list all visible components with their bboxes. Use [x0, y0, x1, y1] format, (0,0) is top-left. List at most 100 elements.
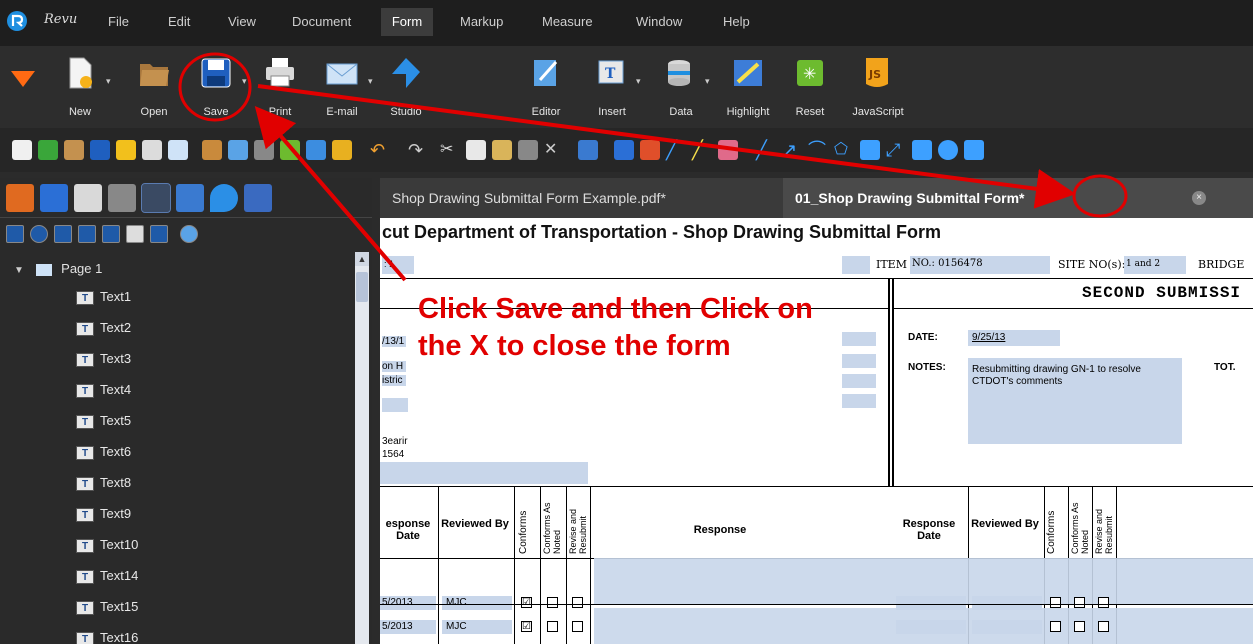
item-no-field[interactable]: NO.: 0156478 — [910, 256, 1050, 274]
tree-item-text10[interactable]: T Text10 — [76, 534, 138, 556]
row2-revise-checkbox[interactable] — [572, 621, 583, 632]
menu-file[interactable]: File — [102, 8, 135, 36]
scroll-thumb[interactable] — [356, 272, 368, 302]
tab-sets-icon[interactable] — [244, 184, 272, 212]
studio-button[interactable]: Studio — [374, 50, 438, 124]
tab-fields-icon[interactable] — [141, 183, 171, 213]
paste-icon[interactable] — [492, 140, 512, 160]
ocr-icon[interactable] — [306, 140, 326, 160]
polygon-icon[interactable]: ⬠ — [834, 140, 854, 160]
row1-conforms-noted-checkbox-2[interactable] — [1074, 597, 1085, 608]
name-frag-1[interactable]: on H — [382, 361, 406, 372]
tab-markup-icon[interactable] — [40, 184, 68, 212]
rectangle-icon[interactable] — [912, 140, 932, 160]
cut-icon[interactable]: ✂ — [440, 140, 460, 160]
arrow-icon[interactable]: ↗ — [782, 140, 802, 160]
menu-measure[interactable]: Measure — [536, 8, 599, 36]
menu-view[interactable]: View — [222, 8, 262, 36]
tab-places-icon[interactable] — [210, 184, 238, 212]
form-editor-icon[interactable] — [228, 140, 248, 160]
row2-conforms-checkbox[interactable]: ☑ — [521, 621, 532, 632]
tree-item-text3[interactable]: T Text3 — [76, 348, 131, 370]
tree-item-text5[interactable]: T Text5 — [76, 410, 131, 432]
menu-help[interactable]: Help — [717, 8, 756, 36]
insert-button[interactable]: T ▾ Insert — [580, 50, 644, 124]
ellipse-icon[interactable] — [938, 140, 958, 160]
notes-field[interactable]: Resubmitting drawing GN-1 to resolve CTD… — [968, 358, 1182, 444]
javascript-button[interactable]: JS JavaScript — [846, 50, 910, 124]
tree-item-text14[interactable]: T Text14 — [76, 565, 138, 587]
envelope-icon[interactable] — [168, 140, 188, 160]
bottom-left-field[interactable] — [380, 462, 588, 484]
tab-layers-icon[interactable] — [108, 184, 136, 212]
line-icon[interactable]: ╱ — [756, 140, 776, 160]
reset-button[interactable]: ✳ Reset — [778, 50, 842, 124]
row1-date-field[interactable]: 5/2013 — [380, 596, 436, 610]
eraser-icon[interactable] — [718, 140, 738, 160]
tab-bluebeam-icon[interactable] — [6, 184, 34, 212]
copy-icon[interactable] — [466, 140, 486, 160]
script-icon[interactable] — [332, 140, 352, 160]
spell-check-icon[interactable] — [280, 140, 300, 160]
folder-icon[interactable] — [64, 140, 84, 160]
row2-reviewer-field[interactable]: MJC — [442, 620, 512, 634]
email-button[interactable]: ▾ E-mail — [310, 50, 374, 124]
row2-conforms-noted-checkbox-2[interactable] — [1074, 621, 1085, 632]
menu-markup[interactable]: Markup — [454, 8, 509, 36]
save-button[interactable]: ▾ Save — [184, 50, 248, 124]
menu-document[interactable]: Document — [286, 8, 357, 36]
left-field-2[interactable] — [382, 398, 408, 412]
editor-button[interactable]: Editor — [514, 50, 578, 124]
name-frag-2[interactable]: istric — [382, 375, 406, 386]
row2-date-field[interactable]: 5/2013 — [380, 620, 436, 634]
row1-revise-checkbox-2[interactable] — [1098, 597, 1109, 608]
tree-item-text2[interactable]: T Text2 — [76, 317, 131, 339]
save-disk-icon[interactable] — [90, 140, 110, 160]
redo-icon[interactable]: ↷ — [408, 140, 428, 160]
side-field-3[interactable] — [842, 374, 876, 388]
undo-icon[interactable]: ↶ — [370, 140, 390, 160]
highlight-pen-icon[interactable]: ╱ — [692, 140, 712, 160]
delete-icon[interactable]: ✕ — [544, 140, 564, 160]
print-button[interactable]: Print — [248, 50, 312, 124]
pen-icon[interactable]: ╱ — [666, 140, 686, 160]
highlighter-icon[interactable] — [640, 140, 660, 160]
new-button[interactable]: ▾ New — [48, 50, 112, 124]
row2-conforms-checkbox-2[interactable] — [1050, 621, 1061, 632]
open-button[interactable]: Open — [122, 50, 186, 124]
expand-chevron-icon[interactable]: ▼ — [14, 265, 24, 276]
tab-thumbnails-icon[interactable] — [74, 184, 102, 212]
row1-conforms-checkbox-2[interactable] — [1050, 597, 1061, 608]
note-icon[interactable] — [116, 140, 136, 160]
panel-scrollbar[interactable]: ▲ — [355, 252, 369, 644]
close-tab-icon[interactable]: × — [1192, 191, 1206, 205]
menu-edit[interactable]: Edit — [162, 8, 196, 36]
scroll-up-icon[interactable]: ▲ — [355, 252, 369, 266]
text-field-tool-icon[interactable] — [6, 225, 24, 243]
tree-item-text6[interactable]: T Text6 — [76, 441, 131, 463]
tree-page-1[interactable]: ▼ Page 1 — [14, 258, 102, 280]
side-field-4[interactable] — [842, 394, 876, 408]
radio-button-tool-icon[interactable] — [30, 225, 48, 243]
row1-reviewer-field[interactable]: MJC — [442, 596, 512, 610]
tree-item-text9[interactable]: T Text9 — [76, 503, 131, 525]
row1-revise-checkbox[interactable] — [572, 597, 583, 608]
site-field[interactable]: 1 and 2 — [1124, 256, 1186, 274]
polyline-icon[interactable] — [964, 140, 984, 160]
tab-01-shop-drawing[interactable]: 01_Shop Drawing Submittal Form* — [783, 178, 1253, 218]
text-box-icon[interactable] — [614, 140, 634, 160]
binoculars-icon[interactable] — [254, 140, 274, 160]
new-document-icon[interactable] — [12, 140, 32, 160]
signature-tool-icon[interactable] — [150, 225, 168, 243]
highlight-button[interactable]: Highlight — [716, 50, 780, 124]
tree-item-text1[interactable]: T Text1 — [76, 286, 131, 308]
package-icon[interactable] — [202, 140, 222, 160]
row2-date-field-2[interactable] — [896, 620, 966, 634]
dropdown-menu-icon[interactable] — [10, 70, 36, 88]
row1-conforms-noted-checkbox[interactable] — [547, 597, 558, 608]
tree-item-text4[interactable]: T Text4 — [76, 379, 131, 401]
dropdown-tool-icon[interactable] — [102, 225, 120, 243]
tree-item-text8[interactable]: T Text8 — [76, 472, 131, 494]
format-painter-icon[interactable] — [518, 140, 538, 160]
snapshot-icon[interactable] — [578, 140, 598, 160]
